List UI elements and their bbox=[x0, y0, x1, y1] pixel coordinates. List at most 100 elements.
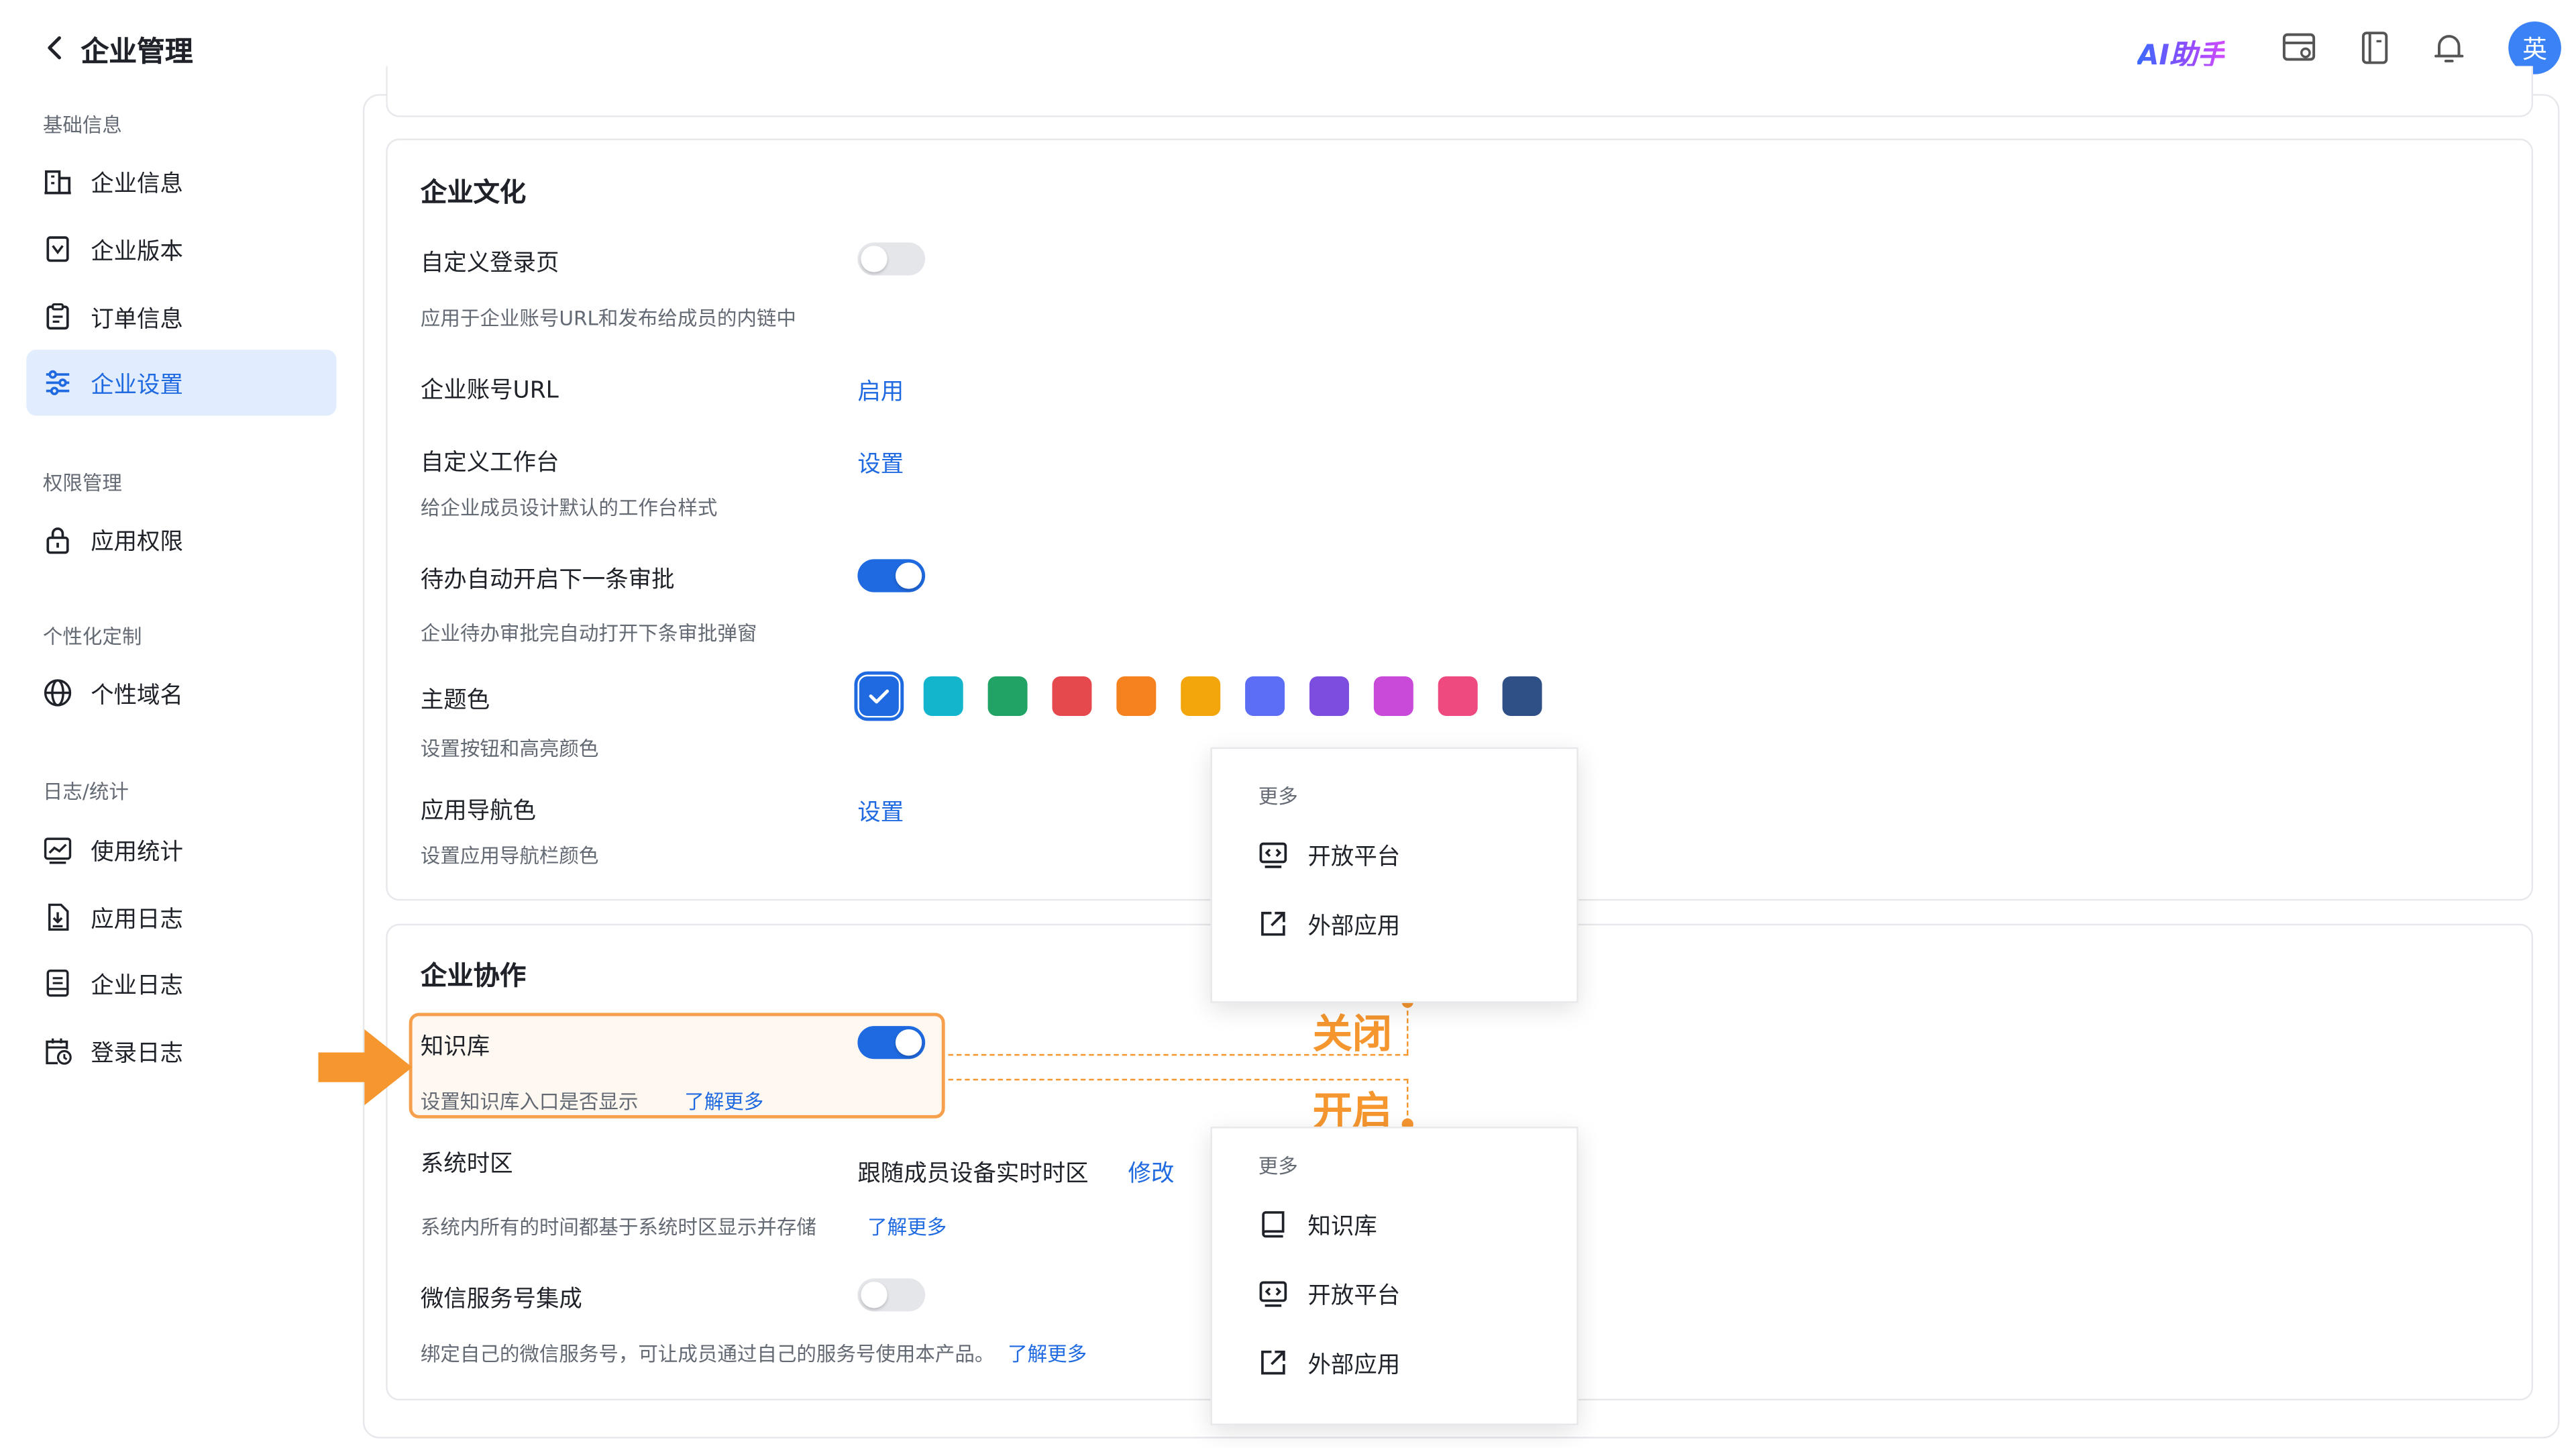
sliders-icon bbox=[43, 368, 72, 397]
auto-next-approval-label: 待办自动开启下一条审批 bbox=[420, 567, 675, 594]
account-url-enable-link[interactable]: 启用 bbox=[857, 374, 904, 407]
page-title: 企业管理 bbox=[80, 36, 193, 70]
knowledge-base-label: 知识库 bbox=[420, 1034, 490, 1061]
sidebar-item-label: 企业版本 bbox=[91, 239, 183, 266]
sidebar-item-label: 订单信息 bbox=[91, 307, 183, 333]
custom-workbench-label: 自定义工作台 bbox=[420, 450, 559, 477]
sidebar-item-enterprise-settings[interactable]: 企业设置 bbox=[26, 350, 337, 416]
menu-item-external-apps[interactable]: 外部应用 bbox=[1212, 896, 1576, 952]
external-link-icon bbox=[1258, 909, 1288, 939]
more-menu-header: 更多 bbox=[1258, 785, 1298, 809]
menu-item-label: 外部应用 bbox=[1307, 1352, 1401, 1380]
lock-icon bbox=[43, 525, 72, 554]
arrow-right-icon bbox=[318, 1029, 414, 1106]
connector-closed-vertical bbox=[1407, 1002, 1409, 1054]
sidebar-item-label: 个性域名 bbox=[91, 682, 183, 710]
wechat-service-desc: 绑定自己的微信服务号，可让成员通过自己的服务号使用本产品。 bbox=[420, 1343, 995, 1366]
annotation-closed: 关闭 bbox=[1312, 1009, 1392, 1057]
wechat-service-label: 微信服务号集成 bbox=[420, 1286, 582, 1313]
sidebar-item-enterprise-log[interactable]: 企业日志 bbox=[26, 950, 336, 1016]
previous-section-card bbox=[386, 66, 2534, 117]
back-icon[interactable] bbox=[43, 33, 66, 62]
theme-color-swatch[interactable] bbox=[1309, 676, 1349, 716]
sidebar-item-label: 登录日志 bbox=[91, 1041, 183, 1068]
app-log-icon bbox=[43, 902, 72, 932]
theme-color-swatch[interactable] bbox=[1181, 676, 1221, 716]
theme-color-swatch[interactable] bbox=[1245, 676, 1285, 716]
theme-color-swatch[interactable] bbox=[1502, 676, 1542, 716]
bell-icon[interactable] bbox=[2431, 30, 2467, 66]
custom-login-desc: 应用于企业账号URL和发布给成员的内链中 bbox=[420, 307, 796, 330]
knowledge-base-learn-more-link[interactable]: 了解更多 bbox=[684, 1087, 763, 1115]
calendar-clock-icon bbox=[43, 1036, 72, 1066]
theme-color-swatch[interactable] bbox=[1438, 676, 1478, 716]
theme-color-desc: 设置按钮和高亮颜色 bbox=[420, 737, 599, 761]
menu-item-label: 外部应用 bbox=[1307, 913, 1401, 941]
sidebar-item-label: 企业设置 bbox=[91, 372, 183, 399]
custom-workbench-desc: 给企业成员设计默认的工作台样式 bbox=[420, 496, 718, 520]
sidebar-item-usage-stats[interactable]: 使用统计 bbox=[26, 817, 336, 882]
wechat-service-learn-more-link[interactable]: 了解更多 bbox=[1008, 1339, 1087, 1367]
sidebar-item-order-info[interactable]: 订单信息 bbox=[26, 284, 336, 350]
knowledge-book-icon bbox=[1258, 1209, 1288, 1239]
wechat-service-toggle[interactable] bbox=[857, 1278, 926, 1312]
sidebar-item-label: 企业日志 bbox=[91, 973, 183, 1000]
sidebar-item-enterprise-version[interactable]: 企业版本 bbox=[26, 216, 336, 282]
external-link-icon bbox=[1258, 1348, 1288, 1378]
book-icon[interactable] bbox=[2357, 30, 2393, 66]
section-title-culture: 企业文化 bbox=[420, 176, 527, 208]
theme-color-swatch[interactable] bbox=[1373, 676, 1413, 716]
knowledge-base-desc: 设置知识库入口是否显示 bbox=[420, 1090, 639, 1114]
document-icon bbox=[43, 968, 72, 998]
timezone-learn-more-link[interactable]: 了解更多 bbox=[867, 1212, 947, 1241]
theme-color-swatch[interactable] bbox=[854, 671, 904, 721]
sidebar-item-app-permissions[interactable]: 应用权限 bbox=[26, 507, 336, 572]
chart-icon bbox=[43, 835, 72, 864]
sidebar-item-label: 应用日志 bbox=[91, 907, 183, 934]
menu-item-open-platform[interactable]: 开放平台 bbox=[1212, 1265, 1576, 1322]
section-title-collab: 企业协作 bbox=[420, 960, 527, 992]
sidebar-group-logs: 日志/统计 bbox=[42, 780, 129, 804]
menu-item-label: 开放平台 bbox=[1307, 1283, 1401, 1310]
auto-next-approval-desc: 企业待办审批完自动打开下条审批弹窗 bbox=[420, 621, 757, 645]
auto-next-approval-toggle[interactable] bbox=[857, 559, 926, 592]
theme-color-swatch[interactable] bbox=[1116, 676, 1157, 716]
knowledge-base-toggle[interactable] bbox=[857, 1026, 926, 1059]
theme-color-swatch[interactable] bbox=[1052, 676, 1092, 716]
menu-item-open-platform[interactable]: 开放平台 bbox=[1212, 827, 1576, 883]
timezone-desc: 系统内所有的时间都基于系统时区显示并存储 bbox=[420, 1215, 816, 1239]
sidebar-item-label: 使用统计 bbox=[91, 839, 183, 866]
sidebar-item-app-log[interactable]: 应用日志 bbox=[26, 884, 336, 950]
clipboard-icon bbox=[43, 302, 72, 331]
menu-item-knowledge-base[interactable]: 知识库 bbox=[1212, 1196, 1576, 1252]
sidebar-group-basic: 基础信息 bbox=[42, 113, 122, 138]
custom-login-toggle[interactable] bbox=[857, 242, 926, 276]
sidebar-group-personalization: 个性化定制 bbox=[42, 625, 142, 649]
sidebar-item-enterprise-info[interactable]: 企业信息 bbox=[26, 148, 336, 214]
custom-workbench-settings-link[interactable]: 设置 bbox=[857, 447, 904, 480]
custom-login-label: 自定义登录页 bbox=[420, 250, 559, 278]
timezone-modify-link[interactable]: 修改 bbox=[1128, 1156, 1175, 1189]
sidebar-item-label: 企业信息 bbox=[91, 171, 183, 199]
sidebar-group-permissions: 权限管理 bbox=[42, 472, 122, 495]
sidebar-item-login-log[interactable]: 登录日志 bbox=[26, 1018, 336, 1084]
globe-icon bbox=[43, 678, 72, 707]
menu-item-external-apps[interactable]: 外部应用 bbox=[1212, 1335, 1576, 1391]
app-nav-color-label: 应用导航色 bbox=[420, 798, 536, 825]
account-url-label: 企业账号URL bbox=[420, 377, 559, 405]
version-icon bbox=[43, 234, 72, 264]
card-settings-icon[interactable] bbox=[2281, 30, 2317, 66]
theme-color-label: 主题色 bbox=[420, 688, 490, 715]
sidebar-item-custom-domain[interactable]: 个性域名 bbox=[26, 660, 336, 725]
theme-color-swatch[interactable] bbox=[987, 676, 1028, 716]
menu-item-label: 开放平台 bbox=[1307, 844, 1401, 872]
timezone-label: 系统时区 bbox=[420, 1151, 513, 1178]
building-icon bbox=[43, 166, 72, 196]
more-menu-kb-on: 更多 知识库 开放平台 外部应用 bbox=[1210, 1127, 1578, 1426]
theme-color-swatch[interactable] bbox=[923, 676, 963, 716]
app-nav-color-settings-link[interactable]: 设置 bbox=[857, 795, 904, 828]
open-platform-icon bbox=[1258, 839, 1288, 869]
timezone-value: 跟随成员设备实时时区 bbox=[857, 1161, 1089, 1188]
check-icon bbox=[869, 689, 890, 704]
connector-open-vertical bbox=[1407, 1078, 1409, 1124]
